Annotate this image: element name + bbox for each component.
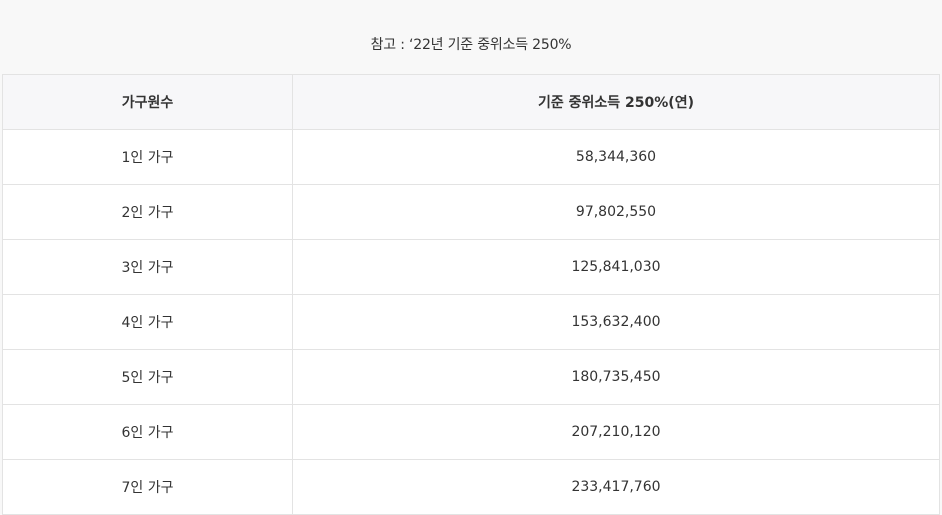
- income-value-cell: 97,802,550: [293, 185, 940, 239]
- income-value-cell: 233,417,760: [293, 460, 940, 514]
- income-value-cell: 125,841,030: [293, 240, 940, 294]
- income-value-cell: 207,210,120: [293, 405, 940, 459]
- household-size-cell: 2인 가구: [3, 185, 293, 239]
- household-size-cell: 7인 가구: [3, 460, 293, 514]
- table-row: 2인 가구 97,802,550: [3, 185, 940, 240]
- income-value-cell: 180,735,450: [293, 350, 940, 404]
- page: 참고 : ‘22년 기준 중위소득 250% 가구원수 기준 중위소득 250%…: [0, 0, 942, 515]
- household-size-cell: 5인 가구: [3, 350, 293, 404]
- table-row: 6인 가구 207,210,120: [3, 405, 940, 460]
- household-size-cell: 1인 가구: [3, 130, 293, 184]
- table-header-row: 가구원수 기준 중위소득 250%(연): [3, 75, 940, 130]
- table-row: 5인 가구 180,735,450: [3, 350, 940, 405]
- income-value-cell: 58,344,360: [293, 130, 940, 184]
- income-value-cell: 153,632,400: [293, 295, 940, 349]
- household-size-cell: 4인 가구: [3, 295, 293, 349]
- table-row: 4인 가구 153,632,400: [3, 295, 940, 350]
- table-row: 7인 가구 233,417,760: [3, 460, 940, 515]
- household-size-cell: 3인 가구: [3, 240, 293, 294]
- household-size-cell: 6인 가구: [3, 405, 293, 459]
- table-caption: 참고 : ‘22년 기준 중위소득 250%: [370, 37, 572, 53]
- income-table: 가구원수 기준 중위소득 250%(연) 1인 가구 58,344,360 2인…: [2, 74, 940, 515]
- header-household-size: 가구원수: [3, 75, 293, 129]
- header-median-income: 기준 중위소득 250%(연): [293, 75, 940, 129]
- table-row: 1인 가구 58,344,360: [3, 130, 940, 185]
- table-row: 3인 가구 125,841,030: [3, 240, 940, 295]
